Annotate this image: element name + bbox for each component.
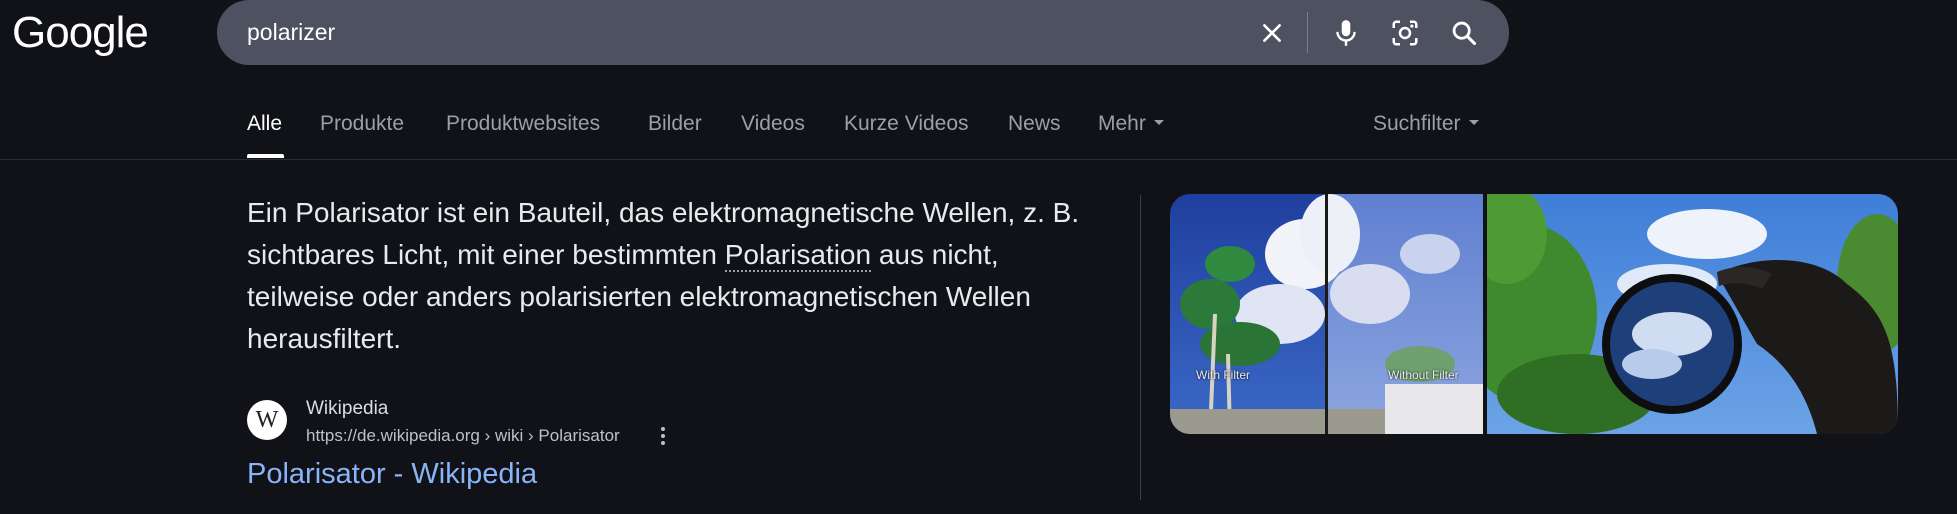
camera-lens-icon[interactable] [1388, 16, 1422, 50]
result-title-link[interactable]: Polarisator - Wikipedia [247, 458, 537, 491]
polarizer-hand-image [1483, 194, 1898, 434]
polarisation-link[interactable]: Polarisation [724, 239, 872, 272]
tab-news[interactable]: News [1008, 112, 1061, 136]
featured-image[interactable]: With Filter Without Filter [1170, 194, 1898, 434]
google-logo[interactable]: Google [12, 8, 149, 58]
suchfilter-button[interactable]: Suchfilter [1373, 112, 1479, 136]
suchfilter-label: Suchfilter [1373, 112, 1461, 135]
source-name: Wikipedia [306, 398, 389, 419]
search-divider [1307, 12, 1308, 53]
with-filter-label: With Filter [1196, 368, 1250, 382]
tab-videos[interactable]: Videos [741, 112, 805, 136]
source-url: https://de.wikipedia.org › wiki › Polari… [306, 426, 620, 445]
close-icon[interactable] [1255, 16, 1289, 50]
filter-comparison-image: With Filter Without Filter [1170, 194, 1483, 434]
search-icon[interactable] [1447, 16, 1481, 50]
search-tabs: Alle Produkte Produktwebsites Bilder Vid… [247, 112, 1957, 160]
tab-bilder[interactable]: Bilder [648, 112, 702, 136]
more-options-icon[interactable] [653, 424, 673, 448]
tab-alle[interactable]: Alle [247, 112, 282, 136]
tab-mehr-label: Mehr [1098, 112, 1146, 135]
tab-mehr[interactable]: Mehr [1098, 112, 1164, 136]
featured-snippet-text: Ein Polarisator ist ein Bauteil, das ele… [247, 192, 1107, 360]
active-tab-indicator [247, 154, 284, 158]
caret-down-icon [1153, 119, 1164, 125]
column-divider [1140, 195, 1141, 500]
without-filter-label: Without Filter [1388, 368, 1459, 382]
header-divider [0, 159, 1957, 160]
caret-down-icon [1468, 119, 1479, 125]
tab-kurze-videos[interactable]: Kurze Videos [844, 112, 969, 136]
tab-produkte[interactable]: Produkte [320, 112, 404, 136]
tab-produktwebsites[interactable]: Produktwebsites [446, 112, 600, 136]
search-bar [217, 0, 1509, 65]
microphone-icon[interactable] [1329, 16, 1363, 50]
search-input[interactable] [247, 0, 1227, 65]
wikipedia-logo-icon: W [247, 400, 287, 440]
